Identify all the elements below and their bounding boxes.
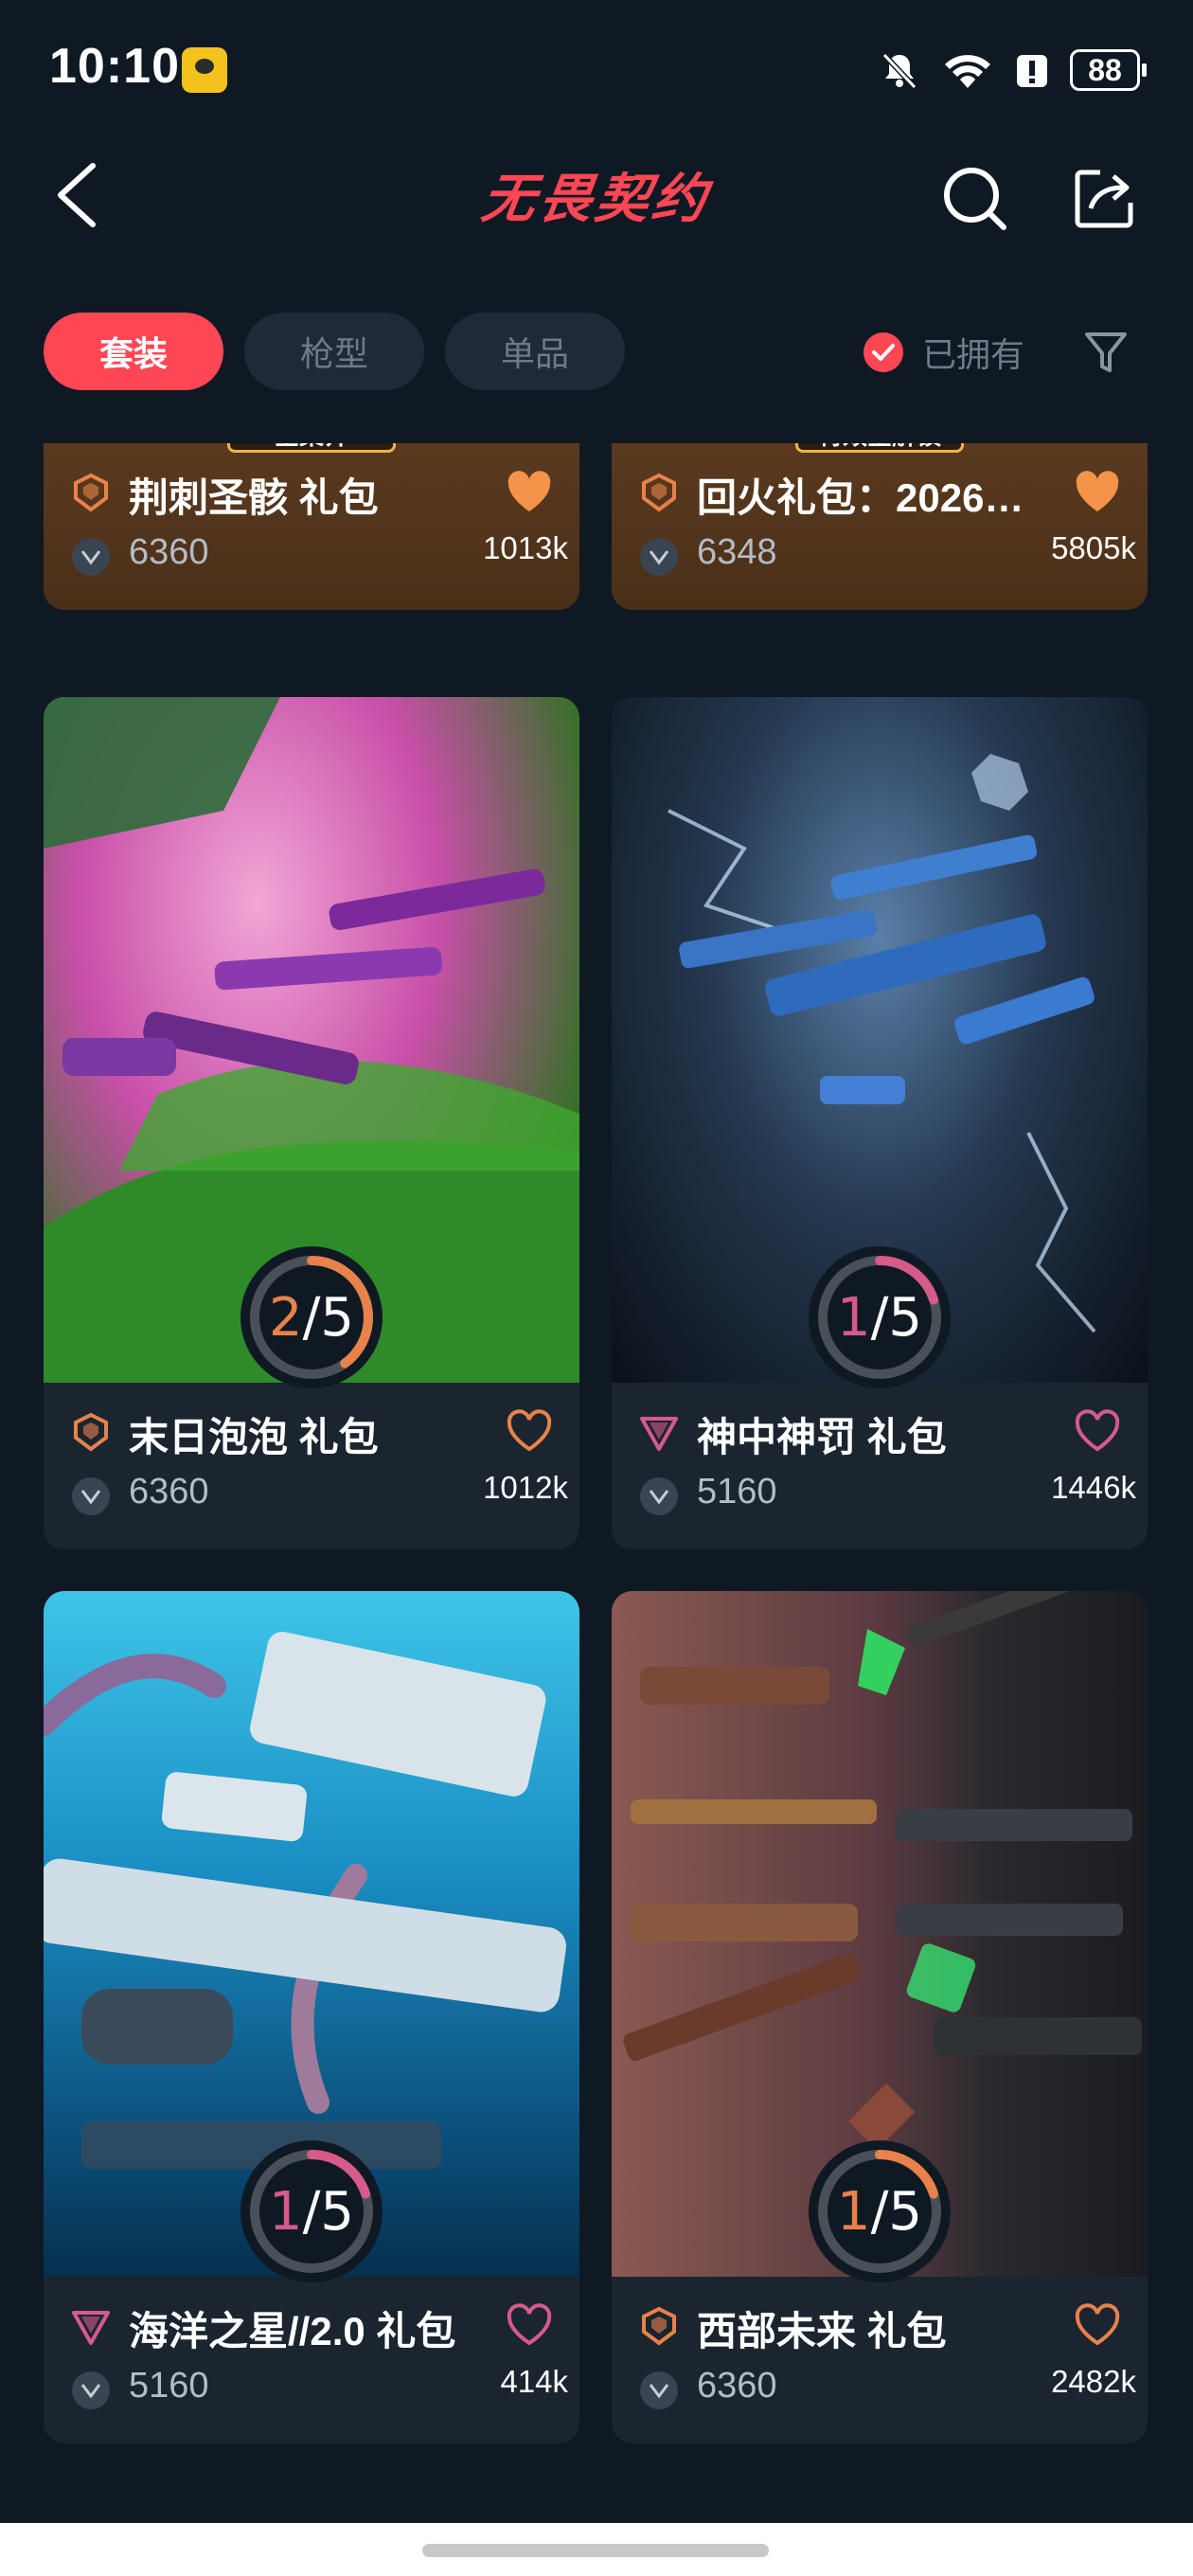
bundle-title: 回火礼包：2026… [697,475,1024,520]
bundle-info: 全集齐 荆刺圣骸 礼包 6360 1013k [44,443,579,610]
bundle-artwork: 1/5 [612,697,1148,1388]
share-icon [1075,170,1133,228]
check-icon [864,332,903,372]
bundle-likes: 414k [500,2364,568,2399]
bundle-card[interactable]: 特效全解锁 回火礼包：2026… 6348 5805k [612,443,1148,610]
bundle-likes: 1013k [483,530,568,565]
vp-currency-icon [640,538,678,576]
status-icons: 88 [879,44,1147,97]
vp-currency-icon [72,2371,110,2409]
progress-total: /5 [302,1286,355,1349]
tier-icon [74,473,108,512]
collection-progress: 1/5 [809,2140,951,2282]
bundle-likes: 5805k [1051,530,1136,565]
status-time: 10:10 [49,39,180,94]
bundle-title: 荆刺圣骸 礼包 [129,475,379,520]
bundle-card[interactable]: 2/5 末日泡泡 礼包 6360 1012k [44,697,579,1549]
owned-label: 已拥有 [922,335,1025,374]
vp-currency-icon [640,2371,678,2409]
bundle-grid: 全集齐 荆刺圣骸 礼包 6360 1013k 特效全解锁 回火礼包：2026… … [0,443,1193,2527]
bundle-price: 6360 [129,1472,209,1512]
mute-icon [879,49,920,91]
owned-toggle[interactable]: 已拥有 [864,326,1024,379]
filter-icon [1085,332,1127,372]
app-notification-icon [182,47,227,93]
collection-progress: 1/5 [809,1246,951,1388]
page-title-text: 无畏契约 [478,168,714,228]
heart-icon[interactable] [506,2303,553,2347]
heart-icon[interactable] [1074,2303,1121,2347]
bundle-title: 海洋之星//2.0 礼包 [129,2309,456,2353]
bundle-title: 末日泡泡 礼包 [129,1415,379,1459]
progress-total: /5 [302,2180,355,2243]
bundle-artwork: 1/5 [612,1591,1148,2282]
home-indicator[interactable] [422,2544,769,2557]
bundle-info: 西部未来 礼包 6360 2482k [612,2277,1148,2443]
banner-label: 全集齐 [227,443,396,453]
search-button[interactable] [937,161,1013,237]
bundle-likes: 1012k [483,1470,568,1505]
app-header: 无畏契约 [0,142,1193,246]
progress-current: 1 [836,2180,871,2243]
collection-progress: 1/5 [240,2140,383,2282]
bundle-info: 海洋之星//2.0 礼包 5160 414k [44,2277,579,2443]
collection-progress: 2/5 [240,1246,383,1388]
bundle-price: 5160 [129,2366,209,2406]
back-button[interactable] [44,157,110,233]
search-icon [944,168,1006,230]
bundle-title: 西部未来 礼包 [697,2309,947,2353]
tier-icon [74,1412,108,1452]
share-button[interactable] [1066,161,1142,237]
bundle-price: 6348 [697,532,777,572]
progress-total: /5 [870,2180,923,2243]
bundle-price: 5160 [697,1472,777,1512]
heart-icon[interactable] [506,470,553,513]
tab-weapon-type[interactable]: 枪型 [244,313,424,390]
bundle-card[interactable]: 1/5 神中神罚 礼包 5160 1446k [612,697,1148,1549]
progress-current: 2 [268,1286,303,1349]
wifi-icon [941,49,994,91]
bundle-info: 末日泡泡 礼包 6360 1012k [44,1383,579,1549]
back-icon [58,163,96,227]
banner-label: 特效全解锁 [795,443,964,453]
bundle-title: 神中神罚 礼包 [697,1415,947,1459]
bundle-artwork: 1/5 [44,1591,579,2282]
bundle-card[interactable]: 全集齐 荆刺圣骸 礼包 6360 1013k [44,443,579,610]
alert-icon [1015,49,1049,91]
page-title: 无畏契约 [454,161,739,228]
bundle-price: 6360 [129,532,209,572]
vp-currency-icon [640,1477,678,1515]
tab-bundle[interactable]: 套装 [44,313,223,390]
tab-single-item[interactable]: 单品 [445,313,625,390]
bundle-artwork: 2/5 [44,697,579,1388]
progress-current: 1 [836,1286,871,1349]
tier-icon [640,1417,678,1451]
bundle-info: 神中神罚 礼包 5160 1446k [612,1383,1148,1549]
bundle-likes: 1446k [1051,1470,1136,1505]
heart-icon[interactable] [506,1409,553,1453]
filter-button[interactable] [1079,326,1132,379]
vp-currency-icon [72,538,110,576]
progress-total: /5 [870,1286,923,1349]
heart-icon[interactable] [1074,1409,1121,1453]
progress-current: 1 [268,2180,303,2243]
status-bar: 10:10 88 [0,0,1193,133]
bundle-likes: 2482k [1051,2364,1136,2399]
tier-icon [72,2311,110,2345]
battery-indicator: 88 [1070,49,1147,91]
filter-bar: 套装 枪型 单品 已拥有 [0,313,1193,392]
tier-icon [642,2306,676,2346]
bundle-info: 特效全解锁 回火礼包：2026… 6348 5805k [612,443,1148,610]
bundle-price: 6360 [697,2366,777,2406]
heart-icon[interactable] [1074,470,1121,513]
vp-currency-icon [72,1477,110,1515]
tier-icon [642,473,676,512]
bundle-card[interactable]: 1/5 海洋之星//2.0 礼包 5160 414k [44,1591,579,2443]
bundle-card[interactable]: 1/5 西部未来 礼包 6360 2482k [612,1591,1148,2443]
battery-level: 88 [1088,52,1122,87]
